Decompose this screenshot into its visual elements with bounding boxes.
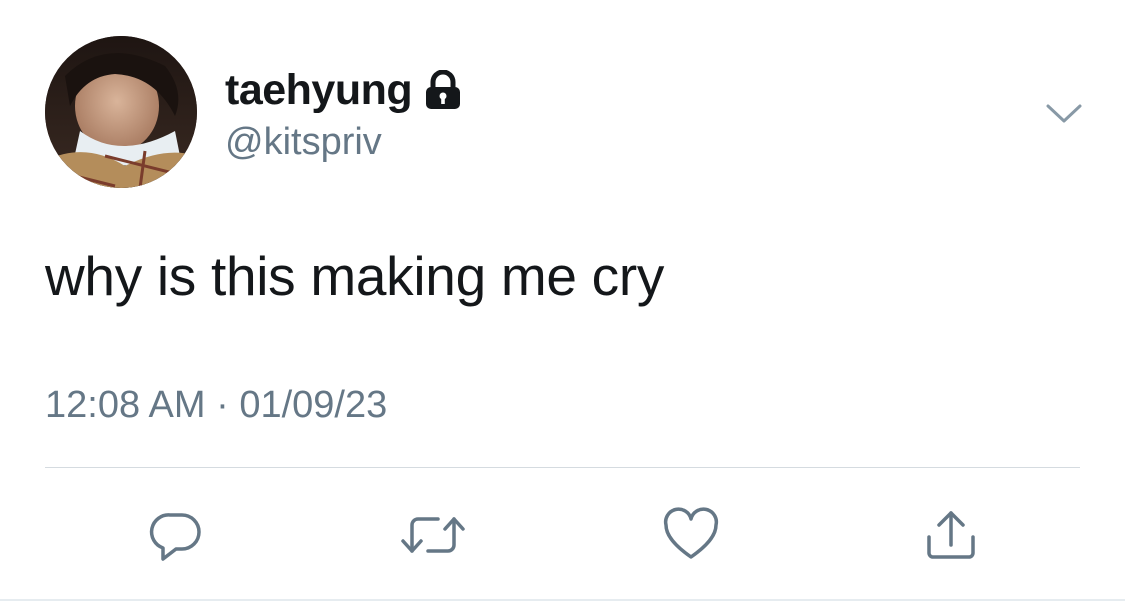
retweet-button[interactable] (398, 500, 468, 570)
share-button[interactable] (916, 500, 986, 570)
reply-icon (149, 513, 201, 561)
retweet-icon (401, 517, 465, 553)
like-button[interactable] (656, 500, 726, 570)
reply-button[interactable] (141, 500, 211, 570)
tweet-timestamp[interactable]: 12:08 AM · 01/09/23 (45, 384, 387, 427)
avatar[interactable] (45, 36, 197, 188)
lock-icon (424, 69, 462, 110)
tweet-text: why is this making me cry (45, 245, 665, 307)
share-icon (927, 511, 975, 559)
tweet-card: taehyung @kitspriv why is this making me… (0, 0, 1125, 601)
divider (45, 467, 1080, 468)
avatar-image (45, 36, 197, 188)
heart-icon (663, 507, 719, 559)
chevron-down-icon[interactable] (1044, 102, 1084, 126)
display-name[interactable]: taehyung (225, 66, 413, 115)
author-name-row: taehyung (225, 64, 462, 116)
action-bar (0, 500, 1125, 570)
user-handle[interactable]: @kitspriv (225, 121, 382, 164)
